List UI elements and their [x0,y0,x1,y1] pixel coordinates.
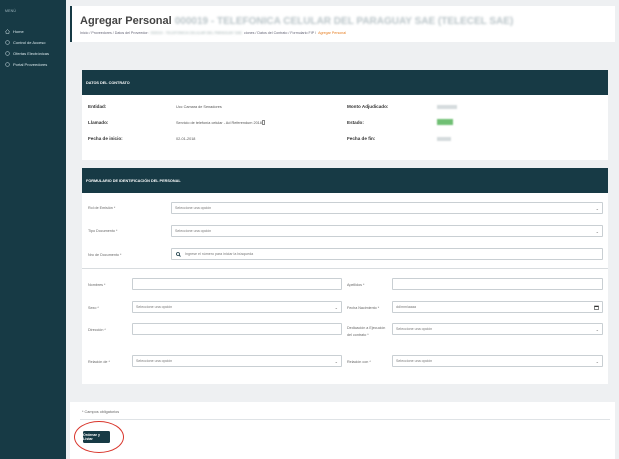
fecha-fin-label: Fecha de fin: [347,136,376,141]
fecha-inicio-label: Fecha de inicio: [88,136,123,141]
sidebar: MENÚ Home Control de Acceso Ofertas Elec… [0,0,66,459]
breadcrumb-start[interactable]: Inicio / Proveedores / Datos del Proveed… [80,31,149,35]
title-row: Agregar Personal 000019 - TELEFONICA CEL… [80,15,513,27]
nro-doc-input[interactable]: Ingrese el número para iniciar la búsque… [171,248,603,260]
relacion-con-label: Relación con * [347,360,371,364]
sexo-select[interactable]: Seleccione una opción ⌄ [132,301,342,313]
llamado-value: Servicio de telefonía celular - Ad Refer… [176,121,262,125]
fecha-inicio-value: 02-01-2018 [176,137,196,141]
sidebar-item-label: Home [13,28,24,34]
llamado-label: Llamado: [88,120,109,125]
breadcrumb-active: Agregar Personal [318,31,347,35]
nro-doc-label: Nro de Documento * [88,253,122,257]
relacion-de-select[interactable]: Seleccione una opción ⌄ [132,355,342,367]
sidebar-item-ofertas[interactable]: Ofertas Electrónicas [0,48,66,58]
page-title: Agregar Personal [80,15,172,27]
fecha-fin-redacted [437,137,451,141]
apellidos-input[interactable] [392,278,603,290]
circle-icon [5,50,10,56]
relacion-con-select-value: Seleccione una opción [396,359,433,363]
sidebar-item-portal[interactable]: Portal Proveedores [0,59,66,69]
required-note: * Campos obligatorios [82,410,120,414]
apellidos-label: Apellidos * [347,283,365,287]
highlight-circle-annotation [74,421,124,453]
estado-label: Estado: [347,120,364,125]
tipo-doc-select-value: Seleccione una opción [175,229,212,233]
home-icon [5,28,10,34]
fecha-nac-placeholder: dd/mm/aaaa [396,305,416,309]
search-icon[interactable] [175,250,182,258]
chevron-down-icon: ⌄ [595,359,599,364]
monto-label: Monto Adjudicado: [347,104,389,109]
copy-icon[interactable] [262,120,265,125]
monto-value-redacted [437,105,457,109]
divider [80,419,610,420]
circle-icon [5,61,10,67]
rol-select[interactable]: Seleccione una opción ⌄ [171,202,603,214]
dedicacion-select[interactable]: Seleccione una opción ⌄ [392,323,603,335]
breadcrumb: Inicio / Proveedores / Datos del Proveed… [80,31,346,35]
sexo-label: Sexo * [88,306,99,310]
menu-label: MENÚ [5,9,17,13]
nro-doc-placeholder: Ingrese el número para iniciar la búsque… [185,252,254,256]
sidebar-item-home[interactable]: Home [0,26,66,36]
relacion-de-select-value: Seleccione una opción [136,359,173,363]
entidad-label: Entidad: [88,104,107,109]
chevron-down-icon: ⌄ [595,206,599,211]
nombres-label: Nombres * [88,283,106,287]
nombres-input[interactable] [132,278,342,290]
personnel-form-panel: FORMULARIO DE IDENTIFICACIÓN DEL PERSONA… [82,168,608,384]
page-header: Agregar Personal 000019 - TELEFONICA CEL… [70,6,615,42]
entidad-value: Ucc Camara de Senadores [176,105,222,109]
contract-panel-title: DATOS DEL CONTRATO [82,70,608,95]
chevron-down-icon: ⌄ [595,327,599,332]
tipo-doc-select[interactable]: Seleccione una opción ⌄ [171,225,603,237]
tipo-doc-label: Tipo Documento * [88,229,118,233]
fecha-nac-label: Fecha Nacimiento * [347,306,380,310]
direccion-input[interactable] [132,323,342,335]
contract-panel: DATOS DEL CONTRATO Entidad: Ucc Camara d… [82,70,608,160]
form-footer: * Campos obligatorios Ordenar y Listar [70,402,615,459]
chevron-down-icon: ⌄ [334,305,338,310]
relacion-de-label: Relación de * [88,360,110,364]
dedicacion-select-value: Seleccione una opción [396,327,433,331]
sexo-select-value: Seleccione una opción [136,305,173,309]
direccion-label: Dirección * [88,328,106,332]
chevron-down-icon: ⌄ [334,359,338,364]
chevron-down-icon: ⌄ [595,229,599,234]
fecha-nac-input[interactable]: dd/mm/aaaa [392,301,603,313]
circle-icon [5,39,10,45]
divider [82,268,608,269]
rol-select-value: Seleccione una opción [175,206,212,210]
calendar-icon[interactable] [594,305,599,311]
dedicacion-label-2: del contrato * [347,333,369,337]
sidebar-item-label: Portal Proveedores [13,61,48,67]
sidebar-item-control-acceso[interactable]: Control de Acceso [0,37,66,47]
sidebar-item-label: Ofertas Electrónicas [13,50,50,56]
estado-badge-redacted [437,119,453,125]
sidebar-item-label: Control de Acceso [13,39,46,45]
breadcrumb-middle[interactable]: ciones / Datos del Contrato / Formulario… [244,31,316,35]
relacion-con-select[interactable]: Seleccione una opción ⌄ [392,355,603,367]
breadcrumb-redacted: 000019 - TELEFONICA CELULAR DEL PARAGUAY… [150,31,243,35]
form-panel-title: FORMULARIO DE IDENTIFICACIÓN DEL PERSONA… [82,168,608,193]
provider-name-redacted: 000019 - TELEFONICA CELULAR DEL PARAGUAY… [174,16,514,27]
rol-label: Rol de Emisión * [88,206,116,210]
dedicacion-label-1: Dedicación a Ejecución [347,326,386,330]
